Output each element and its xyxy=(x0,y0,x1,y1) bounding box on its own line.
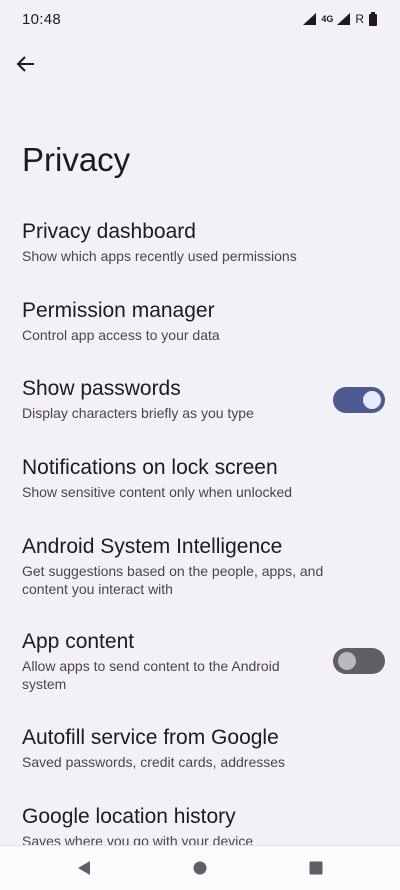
nav-back-button[interactable] xyxy=(70,854,98,882)
page-title: Privacy xyxy=(22,141,131,178)
roaming-label: R xyxy=(355,12,364,26)
signal-icon xyxy=(303,13,317,25)
setting-summary: Show which apps recently used permission… xyxy=(22,248,297,264)
setting-title: Google location history xyxy=(22,805,236,828)
network-4g-icon: 4G xyxy=(321,13,334,24)
nav-home-icon xyxy=(193,861,207,875)
setting-title: App content xyxy=(22,630,135,653)
setting-summary: Saved passwords, credit cards, addresses xyxy=(22,754,286,770)
setting-title: Permission manager xyxy=(22,299,215,322)
setting-privacy-dashboard[interactable]: Privacy dashboard Show which apps recent… xyxy=(0,219,400,265)
setting-android-system-intelligence[interactable]: Android System Intelligence Get suggesti… xyxy=(0,534,400,598)
setting-summary: Show sensitive content only when unlocke… xyxy=(22,484,293,500)
setting-summary: Display characters briefly as you type xyxy=(22,405,254,421)
status-time: 10:48 xyxy=(22,10,62,28)
switch-thumb xyxy=(338,652,356,670)
setting-title: Android System Intelligence xyxy=(22,535,283,558)
setting-summary: Get suggestions based on the people, app… xyxy=(22,563,324,597)
battery-icon xyxy=(369,12,377,26)
nav-back-icon xyxy=(78,861,90,875)
nav-recents-button[interactable] xyxy=(302,854,330,882)
setting-summary: Allow apps to send content to the Androi… xyxy=(22,658,280,692)
nav-recents-icon xyxy=(309,861,323,875)
back-button[interactable] xyxy=(10,48,42,80)
arrow-back-icon xyxy=(16,56,34,72)
navigation-bar xyxy=(0,845,400,890)
signal-roaming-icon xyxy=(337,13,351,25)
setting-notifications-lock-screen[interactable]: Notifications on lock screen Show sensit… xyxy=(0,455,400,501)
status-bar: 10:48 4G R xyxy=(0,0,400,38)
setting-summary: Control app access to your data xyxy=(22,327,220,343)
setting-permission-manager[interactable]: Permission manager Control app access to… xyxy=(0,298,400,344)
status-icons: 4G R xyxy=(303,12,378,26)
nav-home-button[interactable] xyxy=(186,854,214,882)
setting-title: Autofill service from Google xyxy=(22,726,279,749)
show-passwords-switch[interactable] xyxy=(333,387,385,413)
setting-title: Privacy dashboard xyxy=(22,220,196,243)
app-content-switch[interactable] xyxy=(333,648,385,674)
setting-google-location-history[interactable]: Google location history Saves where you … xyxy=(0,804,400,850)
switch-thumb xyxy=(363,391,381,409)
setting-autofill-service[interactable]: Autofill service from Google Saved passw… xyxy=(0,725,400,771)
setting-title: Show passwords xyxy=(22,377,181,400)
setting-title: Notifications on lock screen xyxy=(22,456,278,479)
